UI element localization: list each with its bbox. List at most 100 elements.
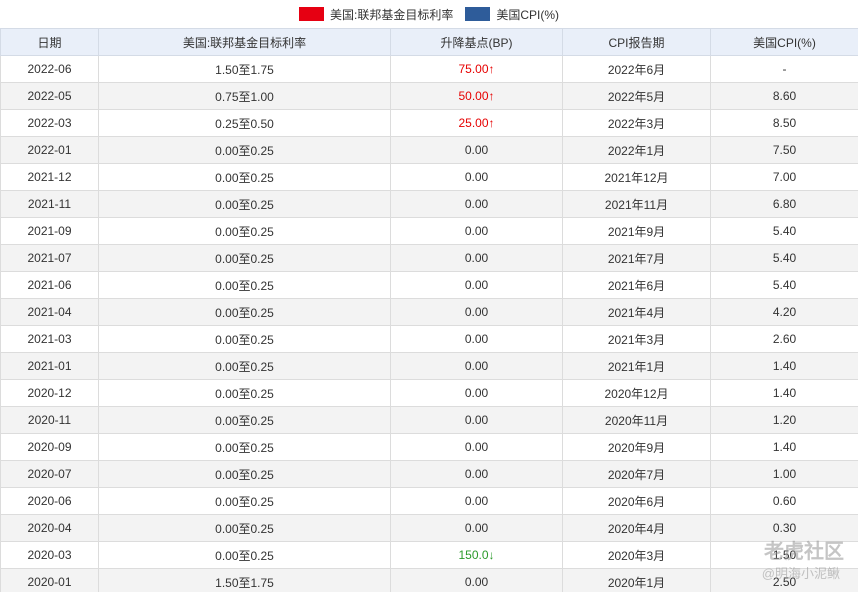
table-row: 2020-04 0.00至0.25 0.00 2020年4月 0.30 <box>0 514 858 542</box>
cell-date: 2020-07 <box>0 460 99 488</box>
cell-cpi: 1.40 <box>710 379 858 407</box>
cell-bp: 50.00↑ <box>390 82 563 110</box>
table-row: 2022-05 0.75至1.00 50.00↑ 2022年5月 8.60 <box>0 82 858 110</box>
table-row: 2020-01 1.50至1.75 0.00 2020年1月 2.50 <box>0 568 858 592</box>
cell-bp: 0.00 <box>390 352 563 380</box>
table-row: 2021-06 0.00至0.25 0.00 2021年6月 5.40 <box>0 271 858 299</box>
table-row: 2021-11 0.00至0.25 0.00 2021年11月 6.80 <box>0 190 858 218</box>
cell-rate: 0.00至0.25 <box>98 217 391 245</box>
cell-rate: 0.00至0.25 <box>98 190 391 218</box>
cell-rate: 0.00至0.25 <box>98 460 391 488</box>
cell-rate: 0.00至0.25 <box>98 136 391 164</box>
cell-rate: 0.00至0.25 <box>98 244 391 272</box>
cell-date: 2020-01 <box>0 568 99 592</box>
cell-cpi-period: 2020年3月 <box>562 541 711 569</box>
legend-label-rate: 美国:联邦基金目标利率 <box>329 7 454 22</box>
watermark-author: @明海小泥鳅 <box>761 566 840 581</box>
cell-cpi-period: 2021年12月 <box>562 163 711 191</box>
cell-date: 2021-11 <box>0 190 99 218</box>
legend-swatch-cpi <box>465 7 491 21</box>
cell-cpi-period: 2021年11月 <box>562 190 711 218</box>
cell-bp: 0.00 <box>390 460 563 488</box>
header-cpi-period[interactable]: CPI报告期 <box>562 28 711 56</box>
cell-cpi-period: 2022年6月 <box>562 55 711 83</box>
cell-cpi-period: 2021年9月 <box>562 217 711 245</box>
legend-item-rate[interactable]: 美国:联邦基金目标利率 <box>298 6 454 23</box>
header-date[interactable]: 日期 <box>0 28 99 56</box>
table-row: 2020-12 0.00至0.25 0.00 2020年12月 1.40 <box>0 379 858 407</box>
cell-cpi-period: 2021年6月 <box>562 271 711 299</box>
cell-cpi-period: 2020年12月 <box>562 379 711 407</box>
cell-cpi: 5.40 <box>710 244 858 272</box>
cell-cpi-period: 2021年1月 <box>562 352 711 380</box>
cell-cpi: 2.60 <box>710 325 858 353</box>
cell-date: 2021-01 <box>0 352 99 380</box>
cell-bp: 0.00 <box>390 190 563 218</box>
cell-date: 2021-03 <box>0 325 99 353</box>
cell-date: 2022-05 <box>0 82 99 110</box>
cell-cpi: 4.20 <box>710 298 858 326</box>
cell-bp: 0.00 <box>390 514 563 542</box>
cell-date: 2020-12 <box>0 379 99 407</box>
cell-date: 2021-12 <box>0 163 99 191</box>
header-rate[interactable]: 美国:联邦基金目标利率 <box>98 28 391 56</box>
cell-rate: 0.00至0.25 <box>98 433 391 461</box>
cell-bp: 150.0↓ <box>390 541 563 569</box>
cell-bp: 0.00 <box>390 163 563 191</box>
cell-rate: 0.00至0.25 <box>98 271 391 299</box>
cell-bp: 0.00 <box>390 271 563 299</box>
cell-bp: 0.00 <box>390 487 563 515</box>
legend-swatch-rate <box>298 7 324 21</box>
cell-cpi: 0.60 <box>710 487 858 515</box>
table-row: 2021-03 0.00至0.25 0.00 2021年3月 2.60 <box>0 325 858 353</box>
chart-legend: 美国:联邦基金目标利率 美国CPI(%) <box>0 0 858 28</box>
cell-cpi: 1.20 <box>710 406 858 434</box>
table-row: 2020-06 0.00至0.25 0.00 2020年6月 0.60 <box>0 487 858 515</box>
header-bp[interactable]: 升降基点(BP) <box>390 28 563 56</box>
cell-cpi: 1.40 <box>710 433 858 461</box>
table-body: 2022-06 1.50至1.75 75.00↑ 2022年6月 -2022-05 0.7… <box>0 55 858 592</box>
cell-cpi-period: 2020年6月 <box>562 487 711 515</box>
cell-cpi-period: 2020年9月 <box>562 433 711 461</box>
cell-date: 2020-04 <box>0 514 99 542</box>
cell-date: 2020-09 <box>0 433 99 461</box>
cell-cpi: 7.50 <box>710 136 858 164</box>
cell-date: 2021-04 <box>0 298 99 326</box>
cell-rate: 0.00至0.25 <box>98 163 391 191</box>
cell-rate: 0.00至0.25 <box>98 298 391 326</box>
cell-cpi-period: 2020年4月 <box>562 514 711 542</box>
cell-rate: 0.00至0.25 <box>98 325 391 353</box>
cell-cpi-period: 2020年1月 <box>562 568 711 592</box>
legend-item-cpi[interactable]: 美国CPI(%) <box>465 6 559 23</box>
cell-cpi: 5.40 <box>710 217 858 245</box>
cell-rate: 1.50至1.75 <box>98 55 391 83</box>
cell-date: 2020-11 <box>0 406 99 434</box>
cell-rate: 0.00至0.25 <box>98 352 391 380</box>
cell-cpi-period: 2020年7月 <box>562 460 711 488</box>
cell-date: 2020-06 <box>0 487 99 515</box>
cell-bp: 0.00 <box>390 568 563 592</box>
table-row: 2022-03 0.25至0.50 25.00↑ 2022年3月 8.50 <box>0 109 858 137</box>
cell-bp: 0.00 <box>390 433 563 461</box>
cell-cpi-period: 2020年11月 <box>562 406 711 434</box>
table-row: 2021-01 0.00至0.25 0.00 2021年1月 1.40 <box>0 352 858 380</box>
cell-cpi: 8.50 <box>710 109 858 137</box>
header-cpi[interactable]: 美国CPI(%) <box>710 28 858 56</box>
table-row: 2020-09 0.00至0.25 0.00 2020年9月 1.40 <box>0 433 858 461</box>
table-row: 2022-01 0.00至0.25 0.00 2022年1月 7.50 <box>0 136 858 164</box>
cell-bp: 0.00 <box>390 244 563 272</box>
rate-cpi-table: 日期 美国:联邦基金目标利率 升降基点(BP) CPI报告期 美国CPI(%) … <box>0 28 858 592</box>
legend-label-cpi: 美国CPI(%) <box>496 7 559 22</box>
table-header-row: 日期 美国:联邦基金目标利率 升降基点(BP) CPI报告期 美国CPI(%) <box>0 28 858 56</box>
cell-rate: 1.50至1.75 <box>98 568 391 592</box>
cell-cpi: 1.40 <box>710 352 858 380</box>
cell-rate: 0.25至0.50 <box>98 109 391 137</box>
cell-date: 2020-03 <box>0 541 99 569</box>
cell-cpi: 5.40 <box>710 271 858 299</box>
cell-bp: 0.00 <box>390 406 563 434</box>
table-row: 2021-07 0.00至0.25 0.00 2021年7月 5.40 <box>0 244 858 272</box>
cell-cpi-period: 2021年7月 <box>562 244 711 272</box>
cell-cpi: - <box>710 55 858 83</box>
cell-cpi-period: 2022年3月 <box>562 109 711 137</box>
cell-cpi-period: 2022年1月 <box>562 136 711 164</box>
